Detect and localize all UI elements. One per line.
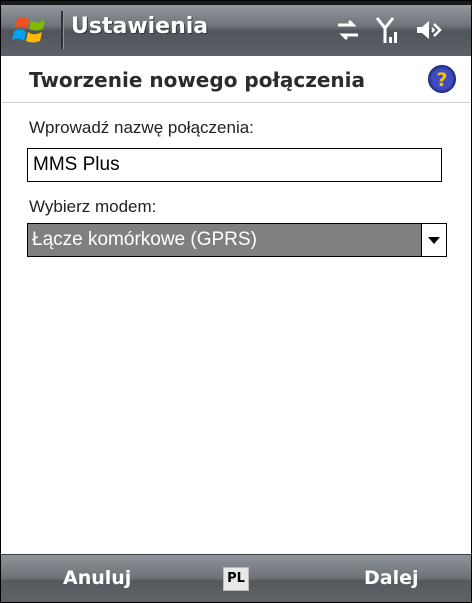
input-language-indicator[interactable]: PL [223, 567, 249, 591]
connection-name-label: Wprowadź nazwę połączenia: [29, 118, 254, 137]
modem-label: Wybierz modem: [29, 197, 157, 216]
next-softkey[interactable]: Dalej [364, 567, 419, 589]
cancel-softkey[interactable]: Anuluj [63, 567, 131, 589]
title-bar: Ustawienia [1, 1, 471, 56]
modem-selected-value: Łącze komórkowe (GPRS) [32, 229, 257, 250]
modem-select[interactable]: Łącze komórkowe (GPRS) [27, 223, 447, 257]
page-title: Tworzenie nowego połączenia [29, 68, 366, 92]
title-separator [61, 11, 64, 49]
title-bar-top-strip [1, 1, 471, 5]
data-connection-icon[interactable] [335, 19, 361, 41]
device-screen: Ustawienia Tworzenie nowego połączenia ?… [0, 0, 472, 603]
chevron-down-icon [428, 237, 440, 244]
dropdown-button[interactable] [421, 224, 446, 256]
signal-strength-icon[interactable] [375, 15, 401, 45]
softkey-bar: Anuluj PL Dalej [1, 554, 471, 602]
app-title: Ustawienia [71, 14, 209, 39]
status-icons [335, 13, 443, 47]
windows-start-icon[interactable] [11, 13, 51, 49]
connection-name-input[interactable]: MMS Plus [27, 148, 442, 182]
volume-icon[interactable] [415, 18, 443, 42]
header-divider [1, 102, 471, 103]
help-icon[interactable]: ? [427, 64, 457, 94]
svg-text:?: ? [436, 69, 447, 91]
